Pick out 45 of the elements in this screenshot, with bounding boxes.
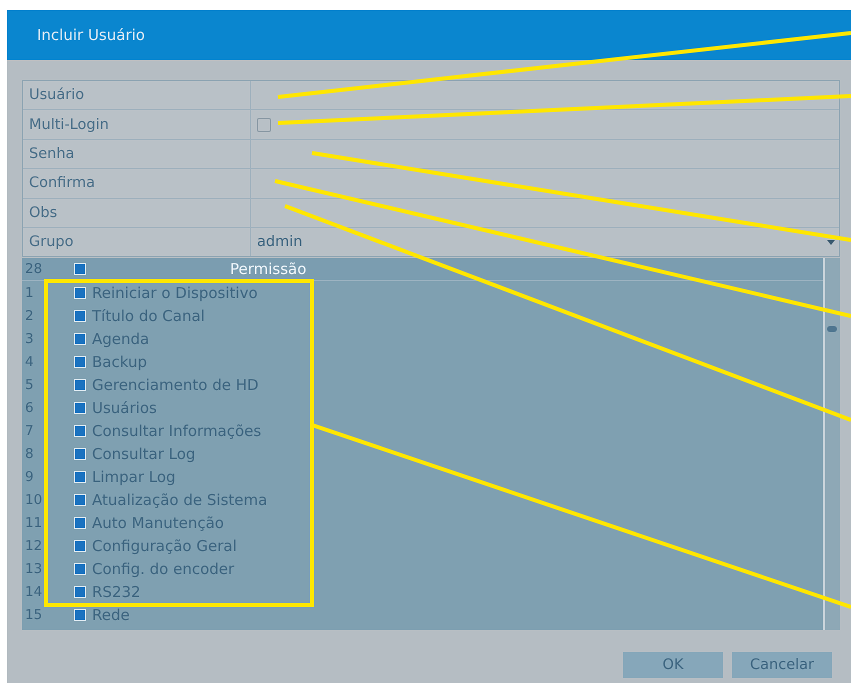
permission-label: Atualização de Sistema <box>91 490 268 509</box>
row-number: 6 <box>24 400 35 416</box>
permission-label: Limpar Log <box>91 468 176 486</box>
scroll-thumb[interactable] <box>827 326 837 332</box>
row-number: 8 <box>24 446 35 462</box>
field-label: Obs <box>23 198 251 227</box>
permission-label: Rede <box>91 606 130 624</box>
row-number: 12 <box>24 538 44 554</box>
field-label: Confirma <box>23 169 251 198</box>
row-number: 13 <box>24 560 44 577</box>
field-label: Senha <box>23 140 251 168</box>
permission-label: Consultar Informações <box>91 422 262 440</box>
permission-label: Consultar Log <box>91 444 196 463</box>
row-number: 3 <box>24 330 35 347</box>
permission-label: Título do Canal <box>91 306 205 325</box>
row-number: 14 <box>24 584 44 600</box>
row-number: 4 <box>24 354 35 370</box>
scrollbar[interactable] <box>823 258 840 630</box>
row-number: 15 <box>24 606 44 623</box>
row-number: 5 <box>24 376 35 393</box>
permission-label: Usuários <box>91 398 157 417</box>
permission-label: Gerenciamento de HD <box>91 376 259 394</box>
row-number: 1 <box>24 284 35 301</box>
field-label: Multi-Login <box>23 110 251 139</box>
permission-label: Auto Manutenção <box>91 514 224 532</box>
field-label: Usuário <box>23 81 251 110</box>
row-number: 7 <box>24 422 35 439</box>
row-number: 10 <box>24 492 44 508</box>
row-number: 2 <box>24 308 35 324</box>
ok-button[interactable]: OK <box>623 652 723 678</box>
cancel-button[interactable]: Cancelar <box>732 652 832 678</box>
permission-label: RS232 <box>91 582 141 601</box>
permission-label: Backup <box>91 352 147 371</box>
row-number: 11 <box>24 514 44 531</box>
column-header: Permissão <box>229 260 306 278</box>
permission-label: Configuração Geral <box>91 536 237 555</box>
dropdown-icon <box>827 240 835 245</box>
dialog-title: Incluir Usuário <box>7 10 851 60</box>
permission-label: Config. do encoder <box>91 560 234 578</box>
permission-label: Agenda <box>91 330 150 348</box>
row-number: 9 <box>24 468 35 485</box>
permission-count: 28 <box>24 261 44 278</box>
permission-label: Reiniciar o Dispositivo <box>91 284 258 302</box>
checkbox[interactable] <box>257 118 271 132</box>
field-label: Grupo <box>23 228 251 256</box>
